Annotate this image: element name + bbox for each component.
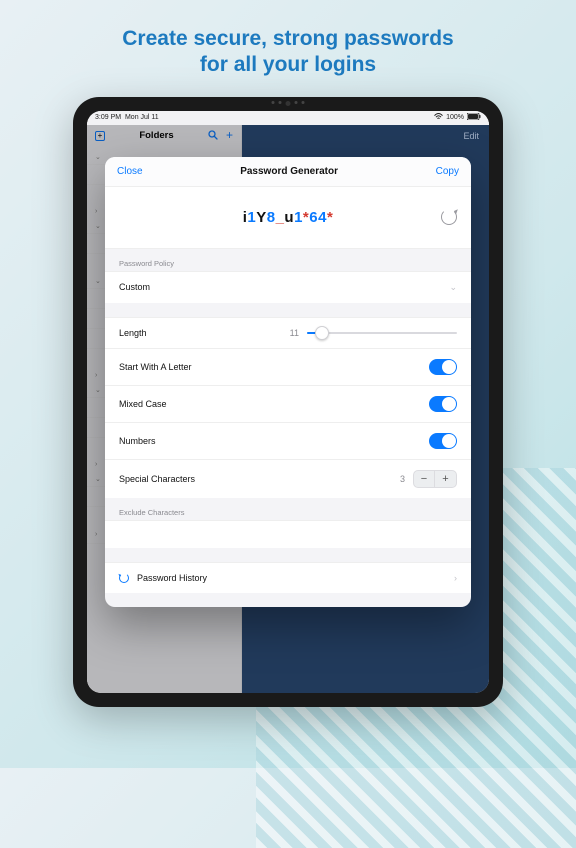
chevron-down-icon: ⌄ (449, 282, 457, 293)
stepper-plus-button[interactable]: + (435, 470, 457, 488)
mixed-case-toggle[interactable] (429, 396, 457, 412)
wifi-icon (434, 113, 443, 122)
regenerate-icon[interactable] (441, 209, 457, 225)
mixed-case-row: Mixed Case (105, 385, 471, 422)
status-bar: 3:09 PM Mon Jul 11 100% (87, 111, 489, 125)
close-button[interactable]: Close (117, 166, 143, 177)
marketing-headline: Create secure, strong passwords for all … (0, 0, 576, 97)
status-time: 3:09 PM Mon Jul 11 (95, 114, 159, 121)
length-label: Length (119, 328, 147, 338)
special-count: 3 (400, 474, 413, 484)
screen: 3:09 PM Mon Jul 11 100% Folders (87, 111, 489, 693)
password-generator-modal: Close Password Generator Copy i1Y8_u1*64… (105, 157, 471, 607)
stepper-minus-button[interactable]: − (413, 470, 435, 488)
policy-section-label: Password Policy (105, 249, 471, 271)
length-slider[interactable] (307, 332, 457, 334)
exclude-characters-row[interactable] (105, 520, 471, 548)
policy-selector[interactable]: Custom ⌄ (105, 271, 471, 303)
modal-title: Password Generator (240, 166, 338, 177)
generated-password: i1Y8_u1*64* (243, 209, 334, 226)
start-with-letter-toggle[interactable] (429, 359, 457, 375)
numbers-row: Numbers (105, 422, 471, 459)
headline-line2: for all your logins (200, 53, 376, 76)
battery-icon (467, 113, 481, 122)
tablet-frame: 3:09 PM Mon Jul 11 100% Folders (73, 97, 503, 707)
start-with-letter-row: Start With A Letter (105, 348, 471, 385)
history-icon (119, 573, 129, 583)
length-value: 11 (290, 328, 307, 338)
password-history-row[interactable]: Password History › (105, 562, 471, 593)
battery-percent: 100% (446, 114, 464, 121)
exclude-section-label: Exclude Characters (105, 498, 471, 520)
special-characters-row: Special Characters 3 − + (105, 459, 471, 498)
chevron-right-icon: › (454, 573, 457, 583)
copy-button[interactable]: Copy (436, 166, 459, 177)
length-row: Length 11 (105, 317, 471, 348)
special-stepper: − + (413, 470, 457, 488)
headline-line1: Create secure, strong passwords (122, 27, 453, 50)
numbers-toggle[interactable] (429, 433, 457, 449)
